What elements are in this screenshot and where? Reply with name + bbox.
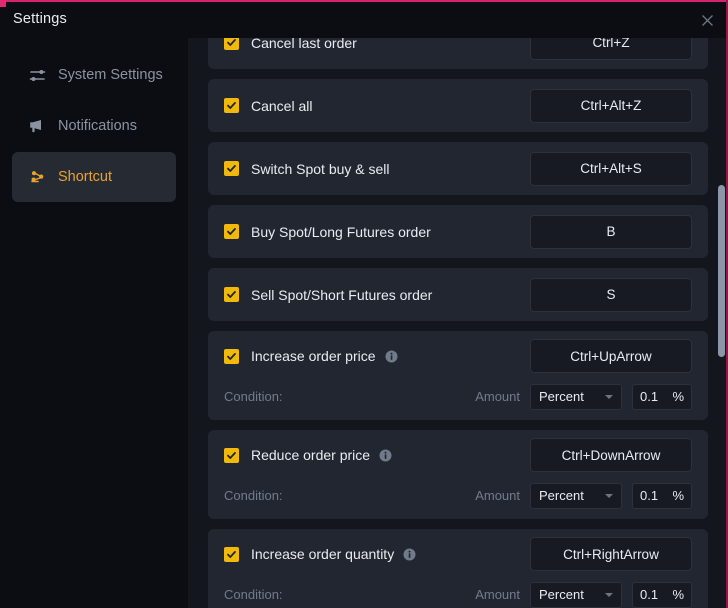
info-icon[interactable] (379, 449, 392, 462)
row-label: Buy Spot/Long Futures order (251, 223, 431, 240)
close-button[interactable] (692, 5, 722, 35)
row-label: Switch Spot buy & sell (251, 160, 390, 177)
shortcut-key-button[interactable]: Ctrl+Alt+S (530, 151, 692, 186)
condition-label: Condition: (224, 587, 283, 602)
amount-type-value: Percent (539, 389, 584, 404)
amount-type-value: Percent (539, 587, 584, 602)
condition-bar: Condition: Amount Percent 0.1 % (224, 476, 692, 519)
row-label: Increase order price (251, 348, 376, 364)
shortcut-key-button[interactable]: Ctrl+RightArrow (530, 537, 692, 571)
amount-input[interactable]: 0.1 % (632, 482, 692, 509)
amount-label: Amount (475, 389, 520, 404)
amount-unit: % (672, 488, 684, 503)
window-frame-corner (0, 0, 6, 7)
title-bar: Settings (0, 2, 728, 38)
shortcut-key-button[interactable]: Ctrl+Z (530, 38, 692, 60)
check-icon (227, 165, 236, 172)
amount-label: Amount (475, 488, 520, 503)
scrollbar-thumb[interactable] (718, 185, 725, 357)
vertical-scrollbar[interactable] (716, 38, 726, 608)
row-checkbox[interactable] (224, 348, 239, 364)
amount-type-value: Percent (539, 488, 584, 503)
chevron-down-icon (605, 394, 613, 399)
window-title: Settings (13, 11, 67, 27)
shortcut-settings-panel: Cancel last order Ctrl+Z Cancel all Ctrl… (188, 38, 728, 608)
amount-value: 0.1 (640, 587, 659, 602)
shortcut-key-button[interactable]: S (530, 277, 692, 312)
row-checkbox[interactable] (224, 38, 239, 50)
amount-type-select[interactable]: Percent (530, 482, 622, 509)
shortcut-key-button[interactable]: B (530, 214, 692, 249)
shortcut-list: Cancel last order Ctrl+Z Cancel all Ctrl… (188, 38, 728, 608)
shortcut-row: Switch Spot buy & sell Ctrl+Alt+S (208, 142, 708, 195)
check-icon (227, 228, 236, 235)
condition-bar: Condition: Amount Percent 0.1 % (224, 575, 692, 608)
check-icon (227, 352, 236, 360)
row-checkbox[interactable] (224, 224, 239, 239)
shortcut-key-button[interactable]: Ctrl+Alt+Z (530, 88, 692, 123)
row-label: Cancel last order (251, 38, 357, 51)
shortcut-row: Cancel all Ctrl+Alt+Z (208, 79, 708, 132)
sidebar-item-label: Notifications (58, 118, 137, 134)
check-icon (227, 550, 236, 558)
amount-value: 0.1 (640, 389, 659, 404)
amount-type-select[interactable]: Percent (530, 581, 622, 608)
condition-label: Condition: (224, 488, 283, 503)
row-label: Reduce order price (251, 447, 371, 463)
shortcut-key-button[interactable]: Ctrl+DownArrow (530, 438, 692, 472)
check-icon (227, 291, 236, 298)
sidebar-item-label: System Settings (58, 67, 163, 83)
sidebar-item-shortcut[interactable]: Shortcut (12, 152, 176, 202)
check-icon (227, 39, 236, 46)
amount-label: Amount (475, 587, 520, 602)
sidebar-item-label: Shortcut (58, 169, 112, 185)
share-nodes-icon (28, 168, 46, 186)
row-checkbox[interactable] (224, 287, 239, 302)
shortcut-row: Reduce order price Ctrl+DownArrow Condit… (208, 430, 708, 519)
settings-window: Settings System Settings Notifications S… (0, 0, 728, 608)
info-icon[interactable] (403, 548, 416, 561)
shortcut-row: Increase order price Ctrl+UpArrow Condit… (208, 331, 708, 420)
close-icon (701, 14, 713, 26)
sliders-icon (28, 66, 46, 84)
shortcut-row: Sell Spot/Short Futures order S (208, 268, 708, 321)
row-checkbox[interactable] (224, 98, 239, 113)
row-label: Sell Spot/Short Futures order (251, 286, 433, 303)
shortcut-key-button[interactable]: Ctrl+UpArrow (530, 339, 692, 373)
row-checkbox[interactable] (224, 447, 239, 463)
row-label: Cancel all (251, 97, 313, 114)
amount-unit: % (672, 587, 684, 602)
row-checkbox[interactable] (224, 161, 239, 176)
condition-label: Condition: (224, 389, 283, 404)
amount-unit: % (672, 389, 684, 404)
megaphone-icon (28, 117, 46, 135)
condition-bar: Condition: Amount Percent 0.1 % (224, 377, 692, 420)
amount-type-select[interactable]: Percent (530, 383, 622, 410)
check-icon (227, 102, 236, 109)
shortcut-row: Buy Spot/Long Futures order B (208, 205, 708, 258)
amount-input[interactable]: 0.1 % (632, 383, 692, 410)
sidebar: System Settings Notifications Shortcut (0, 38, 188, 608)
chevron-down-icon (605, 493, 613, 498)
shortcut-row: Increase order quantity Ctrl+RightArrow … (208, 529, 708, 608)
row-checkbox[interactable] (224, 546, 239, 562)
sidebar-item-system-settings[interactable]: System Settings (12, 50, 176, 100)
sidebar-item-notifications[interactable]: Notifications (12, 101, 176, 151)
info-icon[interactable] (385, 350, 398, 363)
amount-input[interactable]: 0.1 % (632, 581, 692, 608)
check-icon (227, 451, 236, 459)
shortcut-row: Cancel last order Ctrl+Z (208, 38, 708, 69)
row-label: Increase order quantity (251, 546, 395, 562)
chevron-down-icon (605, 592, 613, 597)
window-frame-top (0, 0, 728, 2)
amount-value: 0.1 (640, 488, 659, 503)
